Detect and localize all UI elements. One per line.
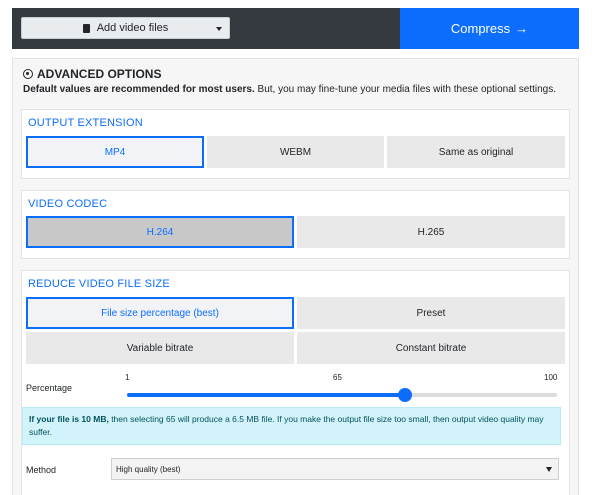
video-codec-title: VIDEO CODEC	[28, 198, 108, 210]
top-toolbar: Add video files Compress →	[12, 8, 579, 49]
advanced-options-heading: ADVANCED OPTIONS	[23, 67, 161, 81]
advanced-subtitle-bold: Default values are recommended for most …	[23, 84, 255, 95]
slider-min-label: 1	[125, 373, 130, 382]
option-h264[interactable]: H.264	[26, 216, 294, 248]
option-variable-bitrate[interactable]: Variable bitrate	[26, 332, 294, 364]
add-video-files-dropdown[interactable]: Add video files	[21, 17, 230, 39]
method-select[interactable]: High quality (best)	[111, 458, 559, 480]
advanced-options-title: ADVANCED OPTIONS	[37, 67, 162, 81]
percentage-slider-fill	[127, 393, 405, 397]
slider-max-label: 100	[544, 373, 558, 382]
video-codec-card: VIDEO CODEC H.264 H.265	[21, 190, 570, 259]
chevron-down-icon	[546, 467, 552, 472]
percentage-slider-handle[interactable]	[398, 388, 412, 402]
compress-label: Compress	[450, 21, 511, 36]
percentage-slider-track[interactable]	[127, 388, 557, 402]
reduce-file-size-title: REDUCE VIDEO FILE SIZE	[28, 278, 170, 290]
add-video-files-label: Add video files	[96, 22, 169, 34]
option-h265[interactable]: H.265	[297, 216, 565, 248]
file-size-info-box: If your file is 10 MB, then selecting 65…	[22, 407, 561, 445]
chevron-down-icon	[216, 27, 222, 31]
gear-icon	[23, 69, 33, 79]
advanced-options-panel: ADVANCED OPTIONS Default values are reco…	[12, 58, 579, 495]
option-mp4[interactable]: MP4	[26, 136, 204, 168]
info-bold-text: If your file is 10 MB,	[29, 414, 109, 424]
method-label: Method	[26, 465, 57, 475]
arrow-right-icon: →	[515, 21, 529, 36]
output-extension-title: OUTPUT EXTENSION	[28, 117, 143, 129]
advanced-subtitle-rest: But, you may fine-tune your media files …	[254, 84, 557, 95]
option-file-size-percentage[interactable]: File size percentage (best)	[26, 297, 294, 329]
advanced-options-subtitle: Default values are recommended for most …	[23, 84, 556, 95]
option-preset[interactable]: Preset	[297, 297, 565, 329]
option-constant-bitrate[interactable]: Constant bitrate	[297, 332, 565, 364]
option-same-as-original[interactable]: Same as original	[387, 136, 565, 168]
percentage-label: Percentage	[26, 383, 73, 393]
compress-button[interactable]: Compress →	[400, 8, 579, 49]
method-value: High quality (best)	[116, 464, 181, 474]
output-extension-card: OUTPUT EXTENSION MP4 WEBM Same as origin…	[21, 109, 570, 179]
reduce-file-size-card: REDUCE VIDEO FILE SIZE File size percent…	[21, 270, 570, 495]
slider-value-label: 65	[333, 373, 342, 382]
file-icon	[82, 23, 90, 33]
option-webm[interactable]: WEBM	[207, 136, 384, 168]
